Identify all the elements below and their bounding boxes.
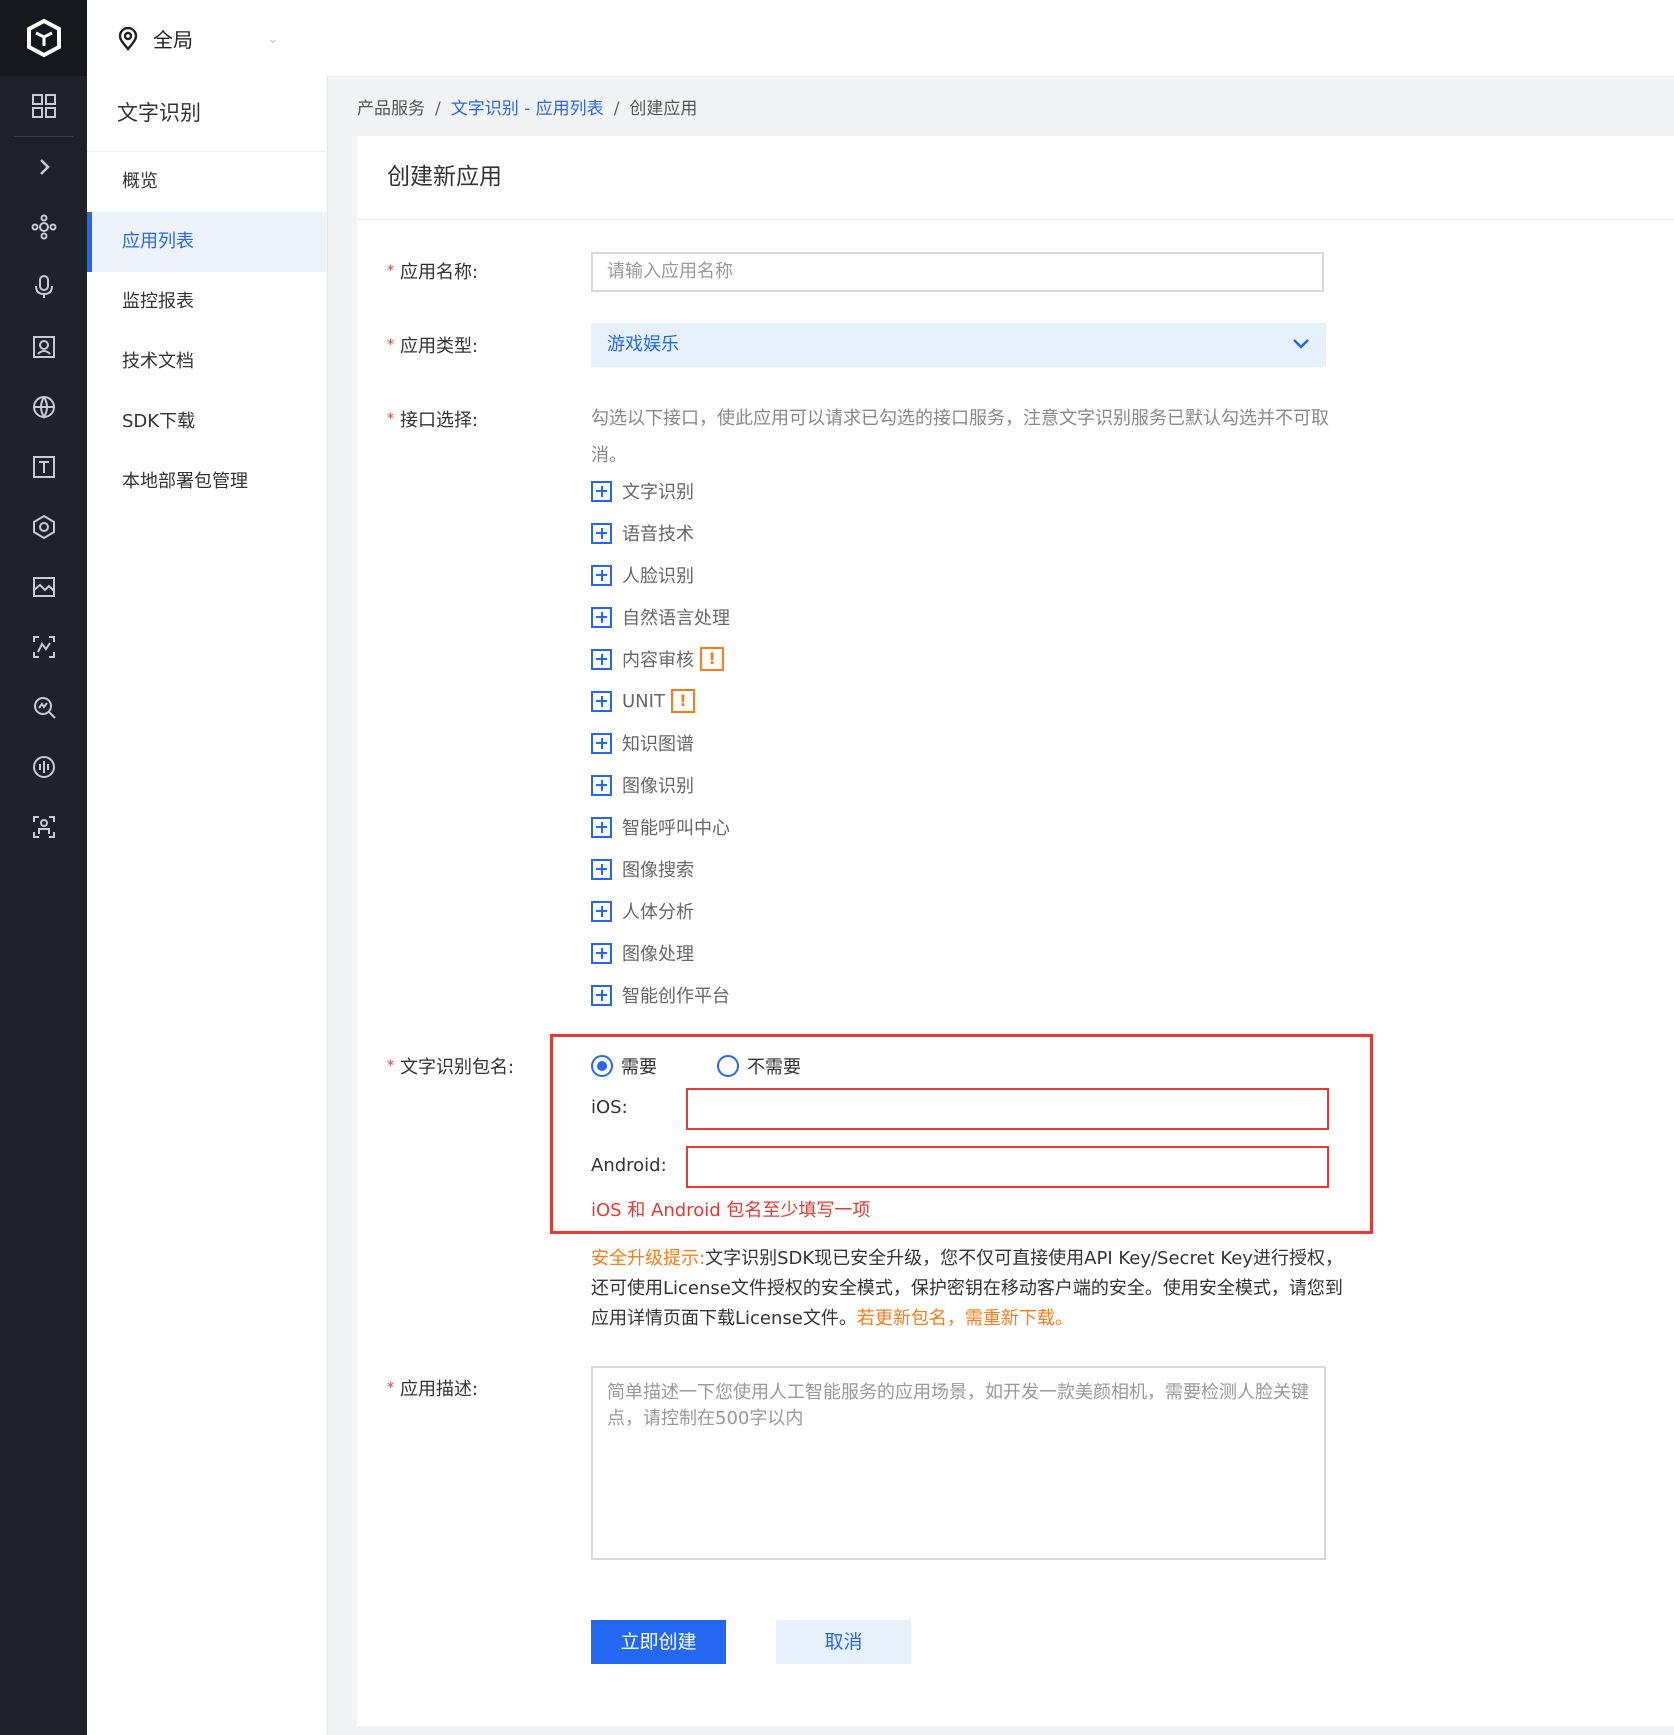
api-select-label: * 接口选择: [387, 410, 479, 431]
chevron-down-icon: ⌄ [267, 30, 279, 47]
package-radio-group: 需要 不需要 [591, 1053, 801, 1079]
notice-prefix: 安全升级提示: [591, 1248, 706, 1269]
sidebar-item-docs[interactable]: 技术文档 [87, 332, 327, 392]
api-item-unit[interactable]: UNIT! [591, 680, 730, 722]
breadcrumb-link[interactable]: 文字识别 - 应用列表 [451, 99, 604, 119]
breadcrumb: 产品服务 / 文字识别 - 应用列表 / 创建应用 [357, 99, 698, 119]
sidebar-title: 文字识别 [87, 76, 327, 152]
location-pin-icon [118, 26, 138, 51]
required-mark: * [387, 1380, 394, 1396]
api-hint: 勾选以下接口，使此应用可以请求已勾选的接口服务，注意文字识别服务已默认勾选并不可… [591, 408, 1329, 466]
warning-icon[interactable]: ! [700, 647, 724, 671]
cube-icon[interactable] [0, 497, 87, 557]
plus-box-icon [591, 942, 612, 964]
app-name-input[interactable]: 请输入应用名称 [591, 252, 1324, 292]
app-desc-label: * 应用描述: [387, 1379, 479, 1400]
api-item-call-center[interactable]: 智能呼叫中心 [591, 806, 730, 848]
security-notice: 安全升级提示:文字识别SDK现已安全升级，您不仅可直接使用API Key/Sec… [591, 1244, 1346, 1334]
plus-box-icon [591, 480, 612, 502]
plus-box-icon [591, 858, 612, 880]
api-item-body-analysis[interactable]: 人体分析 [591, 890, 730, 932]
android-package-input[interactable] [686, 1146, 1329, 1188]
top-bar: 全局 ⌄ [87, 0, 1674, 77]
plus-box-icon [591, 900, 612, 922]
globe-icon[interactable] [0, 377, 87, 437]
api-item-image-search[interactable]: 图像搜索 [591, 848, 730, 890]
chevron-right-icon[interactable] [0, 137, 87, 197]
ios-label: iOS: [591, 1097, 628, 1118]
api-item-image-recognition[interactable]: 图像识别 [591, 764, 730, 806]
api-item-speech[interactable]: 语音技术 [591, 512, 730, 554]
plus-box-icon [591, 984, 612, 1006]
required-mark: * [387, 1058, 394, 1074]
plus-box-icon [591, 774, 612, 796]
android-label: Android: [591, 1155, 667, 1176]
required-mark: * [387, 337, 394, 353]
radio-need-label[interactable]: 需要 [621, 1053, 657, 1079]
warning-icon[interactable]: ! [670, 689, 695, 713]
api-item-face[interactable]: 人脸识别 [591, 554, 730, 596]
app-desc-textarea[interactable]: 简单描述一下您使用人工智能服务的应用场景，如开发一款美颜相机，需要检测人脸关键点… [591, 1366, 1326, 1560]
scan-icon[interactable] [0, 617, 87, 677]
api-list: 文字识别 语音技术 人脸识别 自然语言处理 内容审核! UNIT! 知识图谱 图… [591, 470, 730, 1016]
radio-no-need[interactable] [717, 1055, 739, 1077]
cancel-button[interactable]: 取消 [776, 1620, 911, 1664]
region-selector[interactable]: 全局 ⌄ [117, 24, 279, 53]
api-item-knowledge-graph[interactable]: 知识图谱 [591, 722, 730, 764]
plus-box-icon [591, 606, 612, 628]
breadcrumb-current: 创建应用 [629, 99, 698, 119]
region-label: 全局 [153, 28, 193, 52]
app-type-value: 游戏娱乐 [607, 334, 679, 355]
plus-box-icon [591, 648, 612, 670]
sidebar-item-overview[interactable]: 概览 [87, 152, 327, 212]
api-item-nlp[interactable]: 自然语言处理 [591, 596, 730, 638]
microphone-icon[interactable] [0, 257, 87, 317]
api-item-content-review[interactable]: 内容审核! [591, 638, 730, 680]
api-item-image-processing[interactable]: 图像处理 [591, 932, 730, 974]
body-icon[interactable] [0, 797, 87, 857]
radio-no-need-label[interactable]: 不需要 [747, 1053, 801, 1079]
plus-box-icon [591, 564, 612, 586]
sidebar-item-local-deploy[interactable]: 本地部署包管理 [87, 452, 327, 512]
ios-package-input[interactable] [686, 1088, 1329, 1130]
logo-icon[interactable] [0, 0, 87, 76]
face-icon[interactable] [0, 317, 87, 377]
chevron-down-icon [1293, 339, 1309, 349]
network-icon[interactable] [0, 197, 87, 257]
sidebar-item-app-list[interactable]: 应用列表 [87, 212, 327, 272]
api-item-creation-platform[interactable]: 智能创作平台 [591, 974, 730, 1016]
product-rail [0, 0, 87, 1735]
plus-box-icon [591, 816, 612, 838]
voice-icon[interactable] [0, 737, 87, 797]
product-sidebar: 文字识别 概览 应用列表 监控报表 技术文档 SDK下载 本地部署包管理 [87, 76, 328, 1735]
plus-box-icon [591, 522, 612, 544]
search-chart-icon[interactable] [0, 677, 87, 737]
page-title: 创建新应用 [357, 136, 1674, 220]
breadcrumb-root[interactable]: 产品服务 [357, 99, 425, 119]
api-item-ocr[interactable]: 文字识别 [591, 470, 730, 512]
image-icon[interactable] [0, 557, 87, 617]
sidebar-item-sdk-download[interactable]: SDK下载 [87, 392, 327, 452]
package-error: iOS 和 Android 包名至少填写一项 [591, 1200, 871, 1221]
app-name-label: * 应用名称: [387, 262, 479, 283]
app-type-label: * 应用类型: [387, 336, 479, 357]
plus-box-icon [591, 690, 612, 712]
radio-need[interactable] [591, 1055, 613, 1077]
required-mark: * [387, 263, 394, 279]
required-mark: * [387, 411, 394, 427]
package-name-label: * 文字识别包名: [387, 1057, 515, 1078]
create-button[interactable]: 立即创建 [591, 1620, 726, 1664]
sidebar-item-monitoring[interactable]: 监控报表 [87, 272, 327, 332]
notice-tail: 若更新包名，需重新下载。 [856, 1308, 1073, 1329]
text-icon[interactable] [0, 437, 87, 497]
app-type-select[interactable]: 游戏娱乐 [591, 323, 1326, 367]
plus-box-icon [591, 732, 612, 754]
grid-icon[interactable] [0, 76, 87, 136]
